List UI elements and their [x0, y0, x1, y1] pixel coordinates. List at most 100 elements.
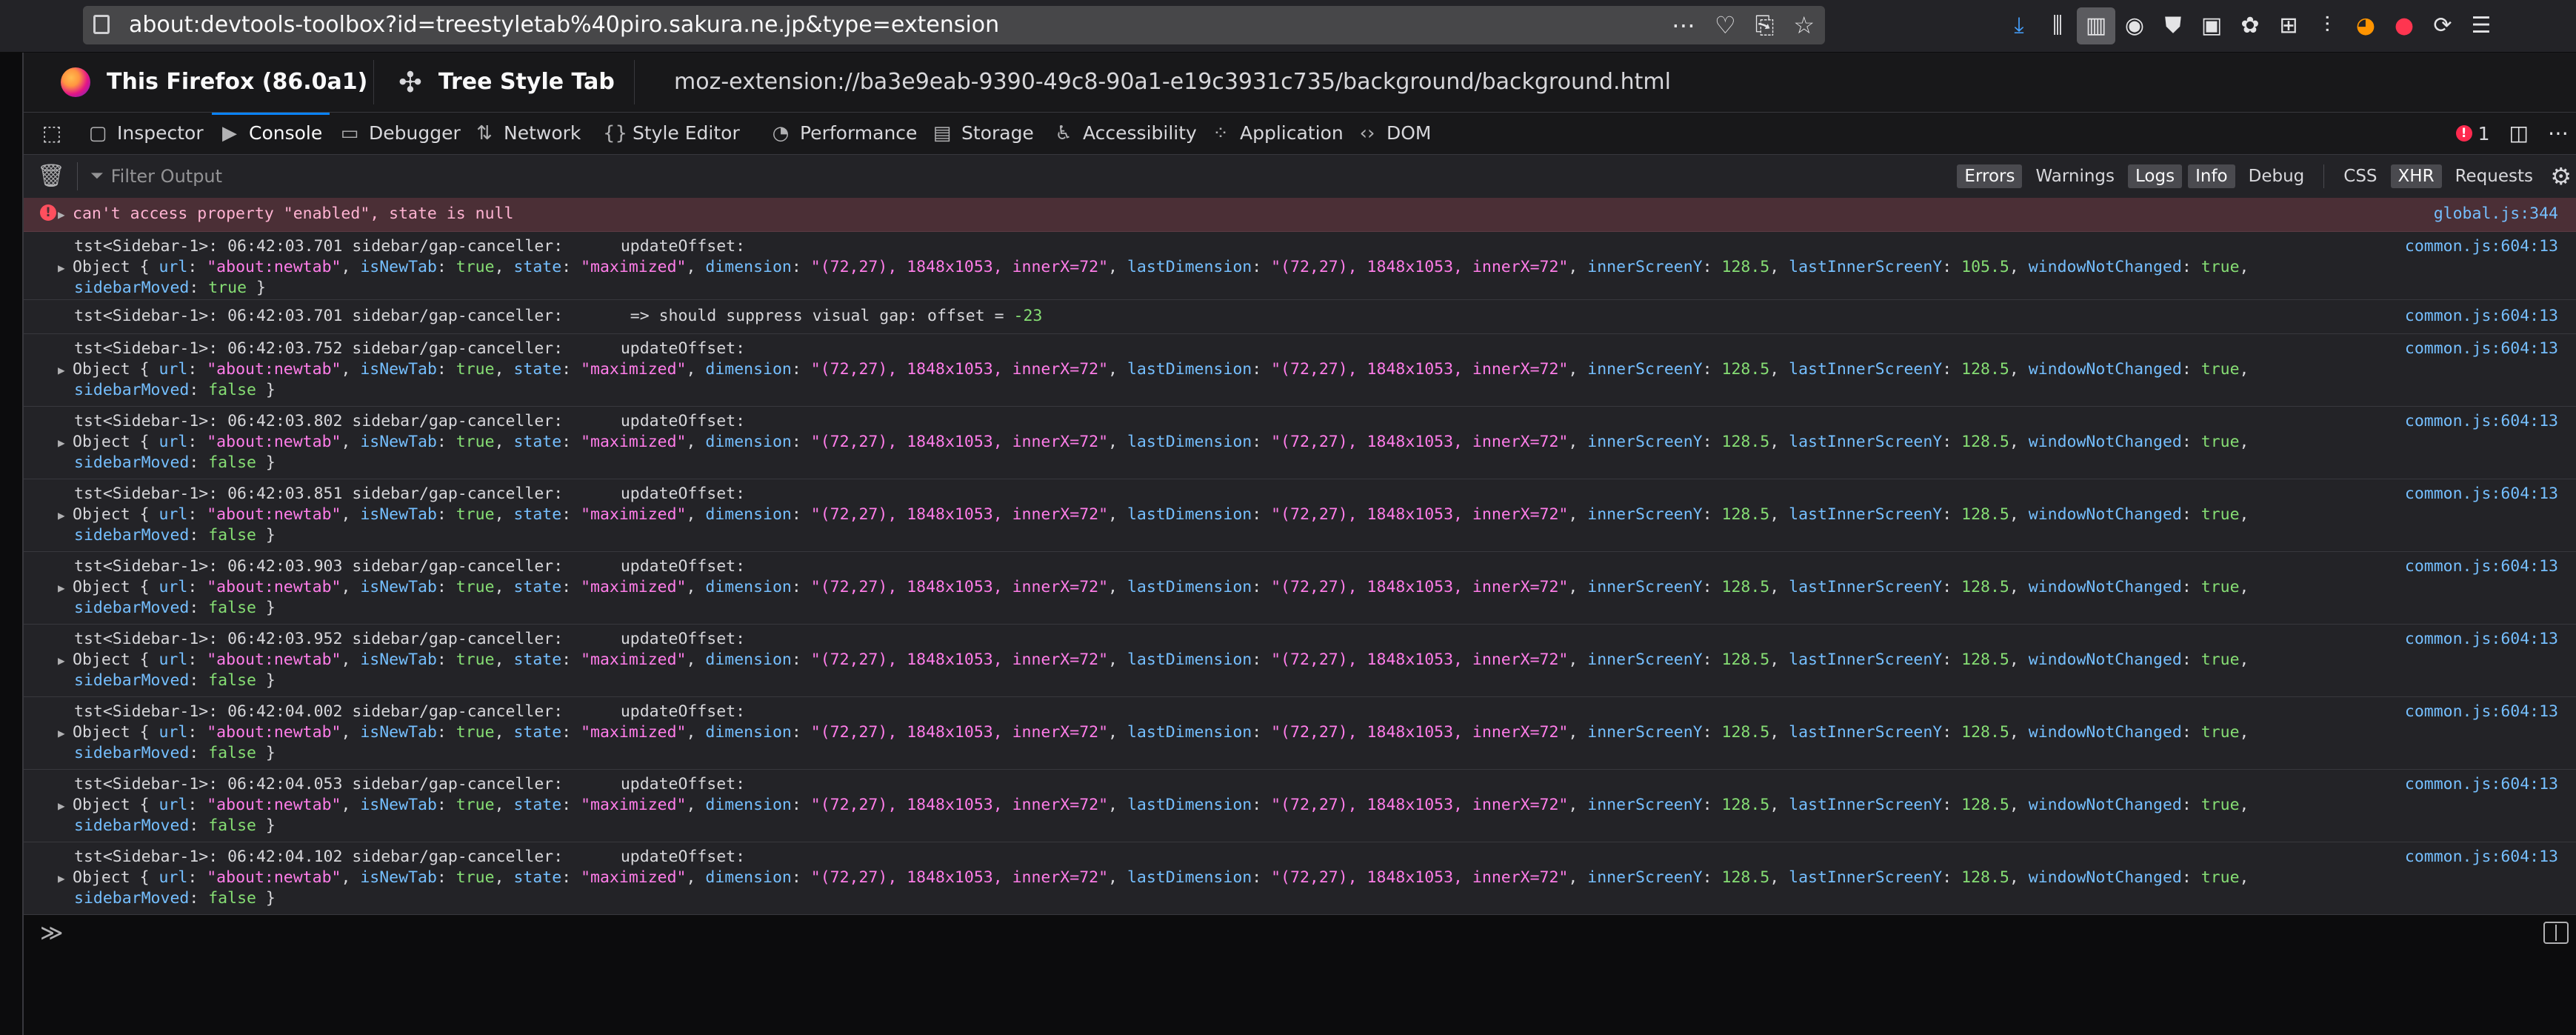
tab-performance[interactable]: ◔ Performance — [770, 113, 918, 154]
source-link[interactable]: common.js:604:13 — [2405, 556, 2558, 577]
element-picker-icon[interactable]: ⬚ — [37, 119, 67, 148]
editor-mode-icon[interactable] — [2543, 922, 2569, 944]
menu-icon[interactable]: ☰ — [2462, 7, 2500, 44]
object-value: true — [2200, 650, 2240, 669]
source-link[interactable]: common.js:604:13 — [2405, 774, 2558, 795]
expand-arrow-icon[interactable]: ▶ — [58, 578, 73, 599]
console-input[interactable]: ≫ — [24, 916, 2576, 1035]
expand-arrow-icon[interactable]: ▶ — [58, 505, 73, 526]
tab-accessibility[interactable]: ♿ Accessibility — [1053, 113, 1197, 154]
object-preview[interactable]: ▶ Object { url: "about:newtab", isNewTab:… — [58, 505, 2413, 525]
sidebar-icon[interactable]: ▥ — [2077, 7, 2115, 44]
filter-css-button[interactable]: CSS — [2336, 164, 2384, 188]
object-label: Object { — [73, 360, 159, 379]
object-preview[interactable]: ▶ Object { url: "about:newtab", isNewTab:… — [58, 432, 2413, 453]
expand-arrow-icon[interactable]: ▶ — [58, 258, 73, 279]
filter-xhr-button[interactable]: XHR — [2390, 164, 2442, 188]
object-key: windowNotChanged — [2028, 723, 2182, 742]
dock-layout-icon[interactable]: ◫ — [2509, 119, 2529, 148]
filter-requests-button[interactable]: Requests — [2448, 164, 2540, 188]
error-text[interactable]: ▶ can't access property "enabled", state … — [58, 198, 2413, 230]
container-icon[interactable]: ▣ — [2192, 7, 2231, 44]
clear-console-icon[interactable]: 🗑 — [37, 162, 65, 191]
pocket-icon[interactable]: ♡ — [1715, 10, 1736, 40]
object-key: innerScreenY — [1587, 360, 1703, 379]
object-value: "(72,27), 1848x1053, innerX=72" — [1271, 258, 1569, 276]
object-key: isNewTab — [360, 723, 437, 742]
object-preview[interactable]: ▶ Object { url: "about:newtab", isNewTab:… — [58, 577, 2413, 598]
tab-dom[interactable]: ‹› DOM — [1357, 113, 1432, 154]
sync-icon[interactable]: ⟳ — [2423, 7, 2462, 44]
object-key: dimension — [705, 723, 792, 742]
object-key: state — [513, 258, 562, 276]
filter-errors-button[interactable]: Errors — [1957, 164, 2023, 188]
tab-application[interactable]: ⁘ Application — [1210, 113, 1344, 154]
object-preview[interactable]: ▶ Object { url: "about:newtab", isNewTab:… — [58, 257, 2413, 278]
object-key: dimension — [705, 868, 792, 887]
expand-arrow-icon[interactable]: ▶ — [58, 723, 73, 744]
filter-logs-button[interactable]: Logs — [2128, 164, 2183, 188]
library-icon[interactable]: ⫼ — [2038, 7, 2077, 44]
error-count-badge[interactable]: ! 1 — [2455, 123, 2490, 144]
object-value: 128.5 — [1721, 360, 1770, 379]
expand-arrow-icon[interactable]: ▶ — [58, 199, 73, 231]
addon-orange-icon[interactable]: ◕ — [2346, 7, 2385, 44]
source-link[interactable]: common.js:604:13 — [2405, 306, 2558, 327]
filter-input[interactable]: ⏷ Filter Output — [90, 162, 222, 191]
object-key: lastDimension — [1127, 258, 1252, 276]
tab-console[interactable]: ▶ Console — [211, 113, 330, 154]
application-icon: ⁘ — [1212, 122, 1229, 144]
object-key: windowNotChanged — [2028, 433, 2182, 451]
bookmark-star-icon[interactable]: ☆ — [1793, 10, 1815, 40]
ublock-icon[interactable]: ⛊ — [2154, 7, 2192, 44]
object-preview[interactable]: ▶ Object { url: "about:newtab", isNewTab:… — [58, 868, 2413, 888]
filter-info-button[interactable]: Info — [2188, 164, 2235, 188]
object-key: state — [513, 723, 562, 742]
object-value: "(72,27), 1848x1053, innerX=72" — [1271, 360, 1569, 379]
object-preview[interactable]: ▶ Object { url: "about:newtab", isNewTab:… — [58, 722, 2413, 743]
source-link[interactable]: common.js:604:13 — [2405, 484, 2558, 505]
source-link[interactable]: common.js:604:13 — [2405, 411, 2558, 432]
settings-icon[interactable]: ⫶ — [2308, 7, 2346, 44]
reader-icon[interactable]: ⎘ — [1755, 10, 1775, 40]
source-link[interactable]: common.js:604:13 — [2405, 236, 2558, 257]
devtools-tabbar: ⬚ ▢ Inspector ▶ Console ▭ Debugger ⇅ Network… — [24, 113, 2576, 155]
source-link[interactable]: common.js:604:13 — [2405, 629, 2558, 650]
url-text[interactable]: about:devtools-toolbox?id=treestyletab%4… — [129, 6, 999, 44]
source-link[interactable]: common.js:604:13 — [2405, 847, 2558, 868]
tab-storage[interactable]: ▤ Storage — [932, 113, 1034, 154]
devtools-menu-icon[interactable]: ⋯ — [2548, 119, 2569, 148]
extension-icon[interactable]: ✿ — [2231, 7, 2269, 44]
more-icon[interactable]: ⋯ — [1672, 10, 1695, 40]
source-link[interactable]: global.js:344 — [2434, 204, 2558, 224]
download-icon[interactable]: ⤓ — [2000, 7, 2038, 44]
source-link[interactable]: common.js:604:13 — [2405, 702, 2558, 722]
object-preview[interactable]: ▶ Object { url: "about:newtab", isNewTab:… — [58, 650, 2413, 670]
url-bar[interactable]: about:devtools-toolbox?id=treestyletab%4… — [83, 6, 1825, 44]
log-text: tst<Sidebar-1>: 06:42:03.701 sidebar/gap… — [74, 307, 1043, 325]
object-key: lastDimension — [1127, 723, 1252, 742]
extensions-grid-icon[interactable]: ⊞ — [2269, 7, 2308, 44]
console-settings-icon[interactable]: ⚙ — [2550, 162, 2572, 190]
object-preview[interactable]: ▶ Object { url: "about:newtab", isNewTab:… — [58, 795, 2413, 816]
expand-arrow-icon[interactable]: ▶ — [58, 650, 73, 671]
filter-warnings-button[interactable]: Warnings — [2028, 164, 2122, 188]
object-key: windowNotChanged — [2028, 360, 2182, 379]
tab-network[interactable]: ⇅ Network — [474, 113, 581, 154]
account-icon[interactable]: ◉ — [2115, 7, 2154, 44]
browser-toolbar: about:devtools-toolbox?id=treestyletab%4… — [0, 0, 2576, 53]
expand-arrow-icon[interactable]: ▶ — [58, 868, 73, 889]
tab-inspector[interactable]: ▢ Inspector — [87, 113, 204, 154]
addon-red-icon[interactable]: ● — [2385, 7, 2423, 44]
filter-debug-button[interactable]: Debug — [2241, 164, 2312, 188]
expand-arrow-icon[interactable]: ▶ — [58, 433, 73, 453]
expand-arrow-icon[interactable]: ▶ — [58, 796, 73, 816]
object-preview-wrap: sidebarMoved: true } — [74, 279, 266, 297]
expand-arrow-icon[interactable]: ▶ — [58, 360, 73, 381]
tab-debugger[interactable]: ▭ Debugger — [339, 113, 461, 154]
source-link[interactable]: common.js:604:13 — [2405, 339, 2558, 359]
object-preview[interactable]: ▶ Object { url: "about:newtab", isNewTab:… — [58, 359, 2413, 380]
object-value: true — [456, 868, 495, 887]
tab-style-editor[interactable]: {} Style Editor — [603, 113, 740, 154]
object-key: windowNotChanged — [2028, 796, 2182, 814]
